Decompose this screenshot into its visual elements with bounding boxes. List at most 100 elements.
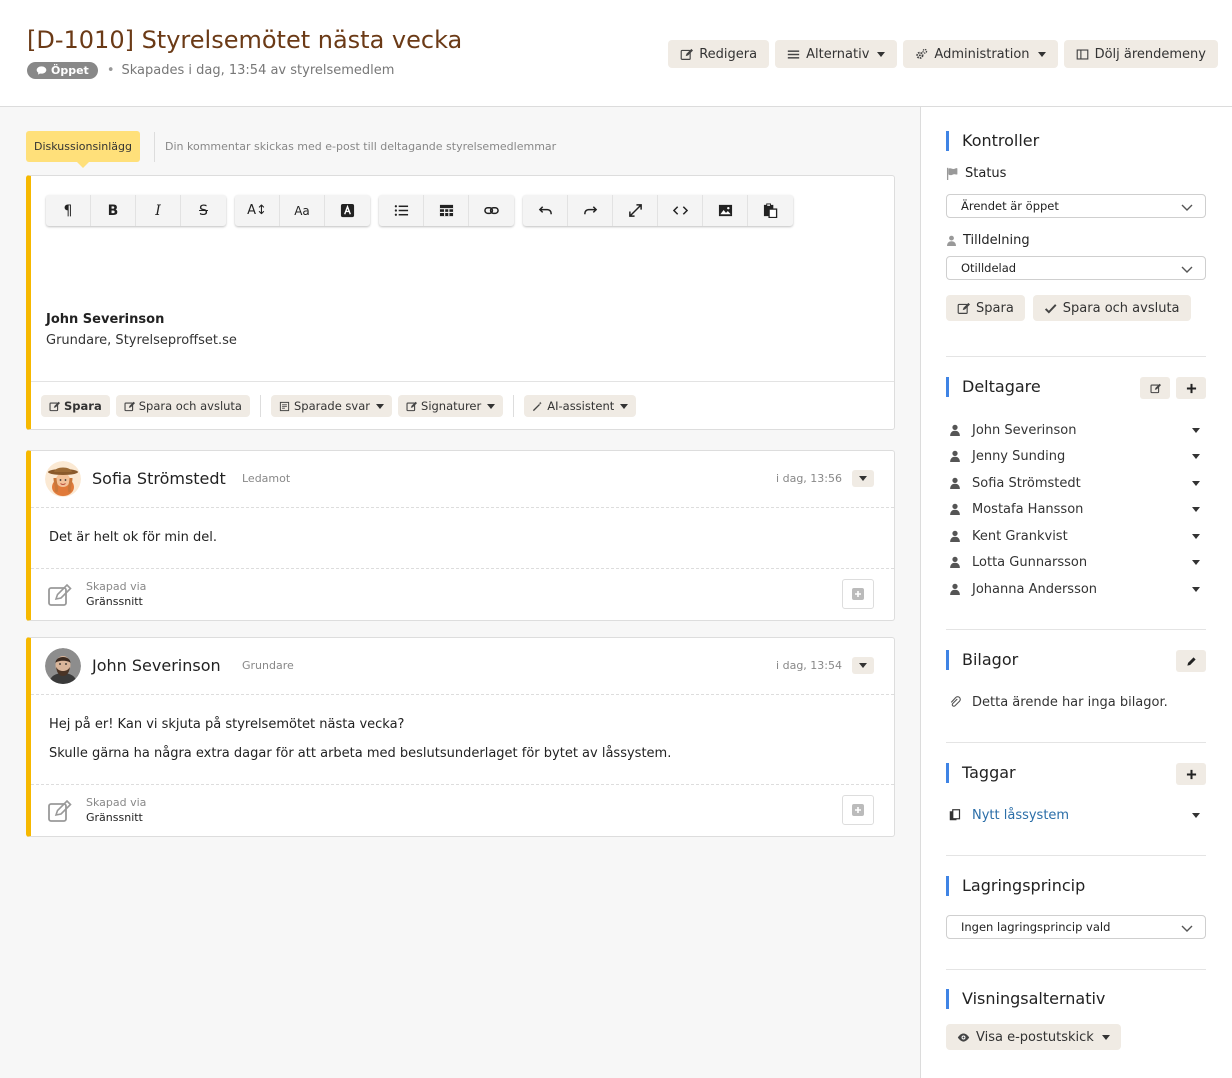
save-and-close-button[interactable]: Spara och avsluta bbox=[115, 395, 250, 417]
retention-select[interactable]: Ingen lagringsprincip vald bbox=[946, 915, 1206, 939]
sidebar-save-button[interactable]: Spara bbox=[946, 295, 1025, 321]
toolbar-group-format: ¶ B I S bbox=[46, 195, 226, 226]
post-author[interactable]: John Severinson bbox=[92, 656, 221, 675]
tags-icon bbox=[949, 809, 961, 821]
comment-icon bbox=[36, 66, 47, 75]
section-divider bbox=[946, 356, 1206, 357]
post-menu-button[interactable] bbox=[852, 657, 874, 674]
editor-toolbar: ¶ B I S A↕ Aa bbox=[46, 195, 793, 226]
edit-icon bbox=[680, 48, 694, 60]
post-paragraph: Skulle gärna ha några extra dagar för at… bbox=[49, 746, 672, 761]
list-button[interactable] bbox=[379, 195, 424, 226]
font-size-button[interactable]: A↕ bbox=[235, 195, 280, 226]
hide-menu-label: Dölj ärendemeny bbox=[1094, 46, 1206, 62]
status-select[interactable]: Ärendet är öppet bbox=[946, 194, 1206, 218]
undo-button[interactable] bbox=[523, 195, 568, 226]
chevron-down-icon bbox=[1181, 266, 1193, 273]
add-tag-button[interactable] bbox=[1176, 763, 1206, 785]
chevron-down-icon bbox=[487, 403, 496, 409]
created-via-value: Gränssnitt bbox=[86, 595, 143, 608]
post-menu-button[interactable] bbox=[852, 470, 874, 487]
sidebar-save-close-label: Spara och avsluta bbox=[1062, 300, 1180, 316]
image-button[interactable] bbox=[703, 195, 748, 226]
paste-button[interactable] bbox=[748, 195, 793, 226]
edit-attachments-button[interactable] bbox=[1176, 650, 1206, 672]
signatures-dropdown[interactable]: Signaturer bbox=[398, 395, 504, 417]
footer-divider bbox=[259, 395, 261, 417]
expand-post-button[interactable] bbox=[842, 795, 874, 825]
sidebar-save-close-button[interactable]: Spara och avsluta bbox=[1032, 295, 1191, 321]
participant-item[interactable]: Jenny Sunding bbox=[946, 446, 1206, 466]
post-header: John Severinson Grundare i dag, 13:54 bbox=[31, 638, 894, 695]
chevron-down-icon[interactable] bbox=[1192, 534, 1200, 539]
saved-replies-dropdown[interactable]: Sparade svar bbox=[270, 395, 393, 417]
edit-icon bbox=[957, 302, 970, 314]
chevron-down-icon bbox=[877, 51, 886, 57]
assignment-select[interactable]: Otilldelad bbox=[946, 256, 1206, 280]
participant-item[interactable]: Sofia Strömstedt bbox=[946, 473, 1206, 493]
edit-icon bbox=[1149, 383, 1161, 393]
toolbar-group-insert bbox=[379, 195, 514, 226]
paragraph-button[interactable]: ¶ bbox=[46, 195, 91, 226]
assignment-label-text: Tilldelning bbox=[963, 233, 1030, 248]
redo-icon bbox=[583, 206, 597, 215]
pencil-icon bbox=[1186, 656, 1196, 666]
post-role: Grundare bbox=[242, 659, 294, 672]
discussion-post: Sofia Strömstedt Ledamot i dag, 13:56 De… bbox=[26, 450, 895, 621]
hide-ticket-menu-button[interactable]: Dölj ärendemeny bbox=[1063, 40, 1218, 68]
code-view-button[interactable] bbox=[658, 195, 703, 226]
show-email-dispatch-label: Visa e-postutskick bbox=[976, 1029, 1094, 1045]
ai-assistant-dropdown[interactable]: AI-assistent bbox=[524, 395, 637, 417]
bold-button[interactable]: B bbox=[91, 195, 136, 226]
assignment-label: Tilldelning bbox=[946, 233, 1030, 248]
participant-item[interactable]: Lotta Gunnarsson bbox=[946, 552, 1206, 572]
controls-title: Kontroller bbox=[946, 131, 1039, 151]
edit-button[interactable]: Redigera bbox=[668, 40, 770, 68]
participant-name: Lotta Gunnarsson bbox=[972, 554, 1088, 570]
comment-editor[interactable]: ¶ B I S A↕ Aa John Severinson Grundare, … bbox=[26, 175, 895, 430]
table-button[interactable] bbox=[424, 195, 469, 226]
text-color-button[interactable] bbox=[325, 195, 370, 226]
strikethrough-button[interactable]: S bbox=[181, 195, 226, 226]
participant-item[interactable]: Mostafa Hansson bbox=[946, 499, 1206, 519]
participant-item[interactable]: Johanna Andersson bbox=[946, 579, 1206, 599]
italic-button[interactable]: I bbox=[136, 195, 181, 226]
chevron-down-icon[interactable] bbox=[1192, 560, 1200, 565]
participant-item[interactable]: Kent Grankvist bbox=[946, 526, 1206, 546]
edit-participants-button[interactable] bbox=[1140, 377, 1170, 399]
plus-icon bbox=[1186, 769, 1196, 779]
chevron-down-icon[interactable] bbox=[1192, 587, 1200, 592]
add-participant-button[interactable] bbox=[1176, 377, 1206, 399]
toolbar-group-font: A↕ Aa bbox=[235, 195, 370, 226]
fullscreen-button[interactable] bbox=[613, 195, 658, 226]
participant-item[interactable]: John Severinson bbox=[946, 420, 1206, 440]
redo-button[interactable] bbox=[568, 195, 613, 226]
post-timestamp: i dag, 13:54 bbox=[776, 659, 842, 672]
ticket-sidebar: Kontroller Status Ärendet är öppet Tilld… bbox=[921, 107, 1232, 1078]
ticket-meta: Öppet • Skapades i dag, 13:54 av styrels… bbox=[27, 62, 394, 79]
table-icon bbox=[439, 204, 453, 217]
image-icon bbox=[718, 204, 732, 217]
meta-separator: • bbox=[106, 63, 115, 78]
chevron-down-icon[interactable] bbox=[1192, 454, 1200, 459]
tab-discussion[interactable]: Diskussionsinlägg bbox=[26, 131, 141, 168]
controls-actions: Spara Spara och avsluta bbox=[946, 295, 1191, 321]
attachments-title: Bilagor bbox=[946, 650, 1018, 670]
tag-item[interactable]: Nytt låssystem bbox=[946, 805, 1206, 825]
chevron-down-icon[interactable] bbox=[1192, 813, 1200, 818]
save-button[interactable]: Spara bbox=[41, 395, 110, 417]
admin-dropdown[interactable]: Administration bbox=[903, 40, 1058, 68]
font-family-button[interactable]: Aa bbox=[280, 195, 325, 226]
options-dropdown[interactable]: Alternativ bbox=[775, 40, 898, 68]
edit-button-label: Redigera bbox=[699, 46, 758, 62]
expand-post-button[interactable] bbox=[842, 579, 874, 609]
chevron-down-icon[interactable] bbox=[1192, 481, 1200, 486]
chevron-down-icon[interactable] bbox=[1192, 428, 1200, 433]
chevron-down-icon[interactable] bbox=[1192, 507, 1200, 512]
status-badge: Öppet bbox=[27, 62, 98, 79]
show-email-dispatch-dropdown[interactable]: Visa e-postutskick bbox=[946, 1024, 1121, 1050]
list-icon bbox=[394, 205, 408, 216]
link-button[interactable] bbox=[469, 195, 514, 226]
tag-link[interactable]: Nytt låssystem bbox=[972, 808, 1069, 823]
post-author[interactable]: Sofia Strömstedt bbox=[92, 469, 226, 488]
